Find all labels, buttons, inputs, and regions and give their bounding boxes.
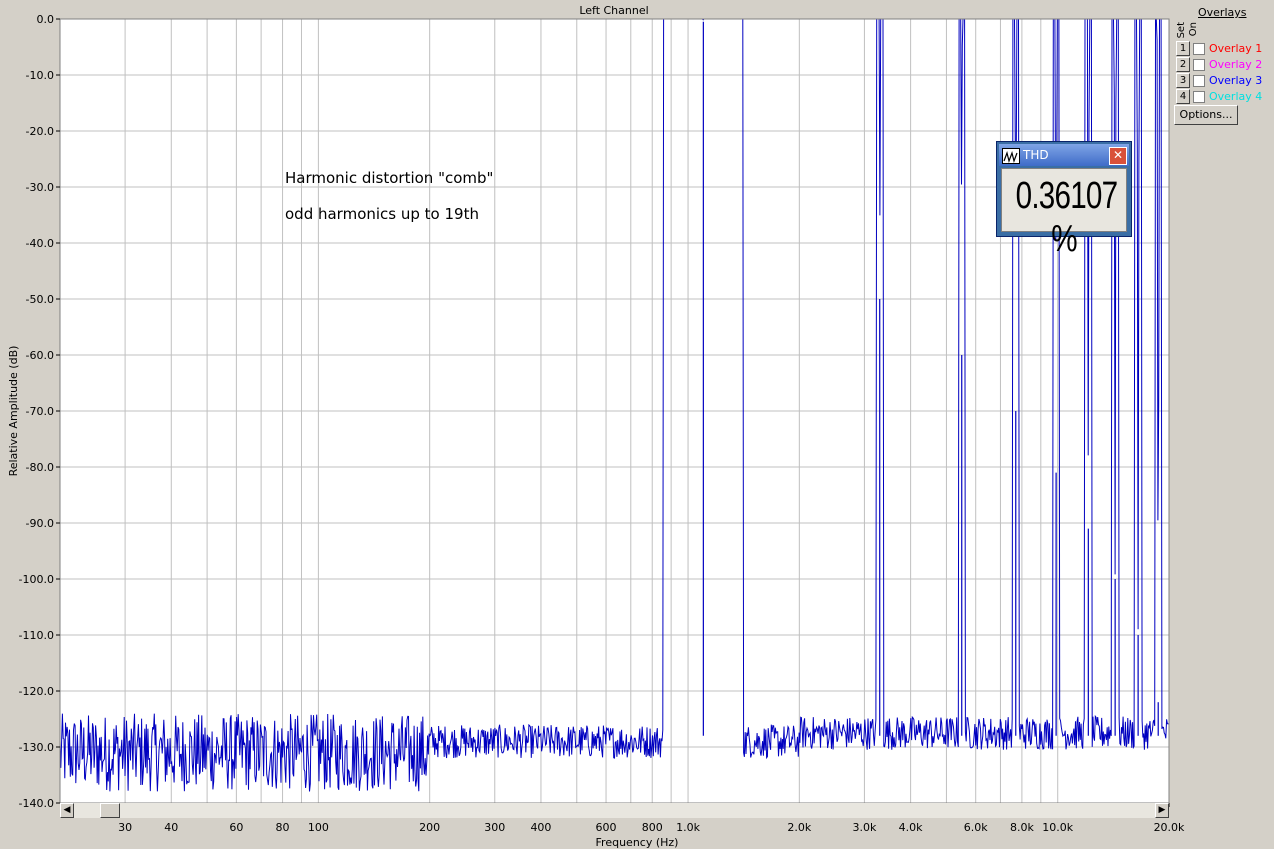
overlay-checkbox-4[interactable]: [1193, 90, 1205, 103]
options-button[interactable]: Options...: [1174, 105, 1238, 125]
x-tick-label: 4.0k: [899, 821, 923, 834]
y-tick-label: -20.0: [26, 125, 54, 138]
y-tick-label: -80.0: [26, 461, 54, 474]
overlay-label-4: Overlay 4: [1209, 90, 1263, 103]
overlay-set-button-2[interactable]: 2: [1176, 57, 1190, 72]
x-tick-label: 80: [276, 821, 290, 834]
overlay-label-3: Overlay 3: [1209, 74, 1263, 87]
y-tick-label: -110.0: [19, 629, 54, 642]
overlay-row-1: 1 Overlay 1: [1176, 41, 1262, 56]
x-tick-label: 1.0k: [676, 821, 700, 834]
x-tick-label: 60: [229, 821, 243, 834]
chart-title: Left Channel: [579, 4, 648, 17]
overlay-set-button-3[interactable]: 3: [1176, 73, 1190, 88]
overlay-row-2: 2 Overlay 2: [1176, 57, 1262, 72]
scroll-left-arrow-icon[interactable]: ◀: [60, 803, 74, 818]
x-tick-label: 300: [484, 821, 505, 834]
y-tick-label: -40.0: [26, 237, 54, 250]
x-tick-label: 30: [118, 821, 132, 834]
y-tick-label: -140.0: [19, 797, 54, 810]
thd-body: 0.36107 %: [1001, 168, 1127, 260]
x-axis-label: Frequency (Hz): [596, 836, 679, 849]
y-tick-label: -60.0: [26, 349, 54, 362]
y-axis-label: Relative Amplitude (dB): [7, 346, 20, 477]
y-tick-label: -30.0: [26, 181, 54, 194]
scroll-thumb[interactable]: [100, 803, 120, 818]
y-tick-label: -90.0: [26, 517, 54, 530]
x-tick-label: 8.0k: [1010, 821, 1034, 834]
x-tick-label: 10.0k: [1042, 821, 1073, 834]
y-tick-label: -100.0: [19, 573, 54, 586]
thd-titlebar[interactable]: THD ✕: [999, 144, 1129, 166]
overlays-title: Overlays: [1198, 6, 1247, 19]
set-column-header: Set: [1176, 22, 1187, 39]
overlay-set-button-4[interactable]: 4: [1176, 89, 1190, 104]
scroll-right-arrow-icon[interactable]: ▶: [1155, 803, 1169, 818]
overlay-row-4: 4 Overlay 4: [1176, 89, 1262, 104]
overlay-checkbox-3[interactable]: [1193, 74, 1205, 87]
y-tick-label: -50.0: [26, 293, 54, 306]
thd-value: 0.36107 %: [1015, 175, 1118, 260]
x-tick-label: 800: [642, 821, 663, 834]
x-tick-label: 3.0k: [852, 821, 876, 834]
overlay-label-1: Overlay 1: [1209, 42, 1263, 55]
close-icon[interactable]: ✕: [1109, 147, 1127, 165]
x-tick-label: 400: [530, 821, 551, 834]
y-tick-label: -70.0: [26, 405, 54, 418]
x-tick-label: 20.0k: [1154, 821, 1185, 834]
annotation-line-1: Harmonic distortion "comb": [285, 169, 493, 187]
y-tick-label: -130.0: [19, 741, 54, 754]
x-tick-label: 2.0k: [787, 821, 811, 834]
thd-title-text: THD: [1023, 148, 1049, 162]
y-tick-label: -10.0: [26, 69, 54, 82]
overlay-checkbox-1[interactable]: [1193, 42, 1205, 55]
x-tick-label: 6.0k: [964, 821, 988, 834]
overlay-label-2: Overlay 2: [1209, 58, 1263, 71]
x-tick-label: 100: [308, 821, 329, 834]
overlay-checkbox-2[interactable]: [1193, 58, 1205, 71]
annotation-line-2: odd harmonics up to 19th: [285, 205, 479, 223]
y-ticks: 0.0 -10.0 -20.0 -30.0 -40.0 -50.0 -60.0 -70.0 -8…: [19, 13, 60, 810]
x-tick-label: 600: [596, 821, 617, 834]
y-tick-label: 0.0: [37, 13, 55, 26]
thd-window[interactable]: THD ✕ 0.36107 %: [996, 141, 1132, 260]
waveform-icon: [1002, 148, 1020, 164]
horizontal-scrollbar[interactable]: ◀ ▶: [60, 803, 1169, 818]
overlays-panel: Overlays Set On 1 Overlay 1 2 Overlay 2 …: [1174, 4, 1270, 134]
x-tick-label: 40: [164, 821, 178, 834]
spectrum-chart: 0.0 -10.0 -20.0 -30.0 -40.0 -50.0 -60.0 -70.0 -8…: [7, 4, 1185, 849]
y-tick-label: -120.0: [19, 685, 54, 698]
x-tick-label: 200: [419, 821, 440, 834]
on-column-header: On: [1188, 22, 1199, 37]
overlay-set-button-1[interactable]: 1: [1176, 41, 1190, 56]
overlay-row-3: 3 Overlay 3: [1176, 73, 1262, 88]
